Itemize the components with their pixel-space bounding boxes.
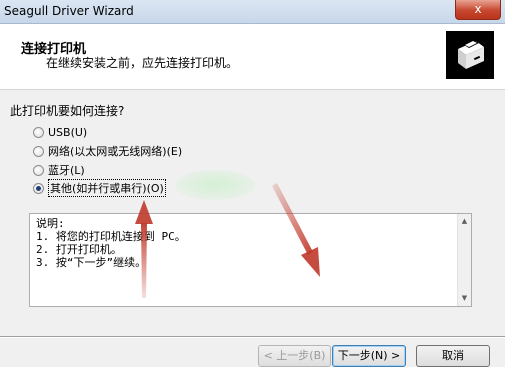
scroll-up-icon[interactable]: ▲ — [460, 217, 469, 226]
description-line: 1. 将您的打印机连接到 PC。 — [36, 230, 186, 243]
option-label: 网络(以太网或无线网络)(E) — [48, 145, 183, 158]
page-subtitle: 在继续安装之前，应先连接打印机。 — [46, 56, 239, 70]
radio-button[interactable] — [33, 126, 44, 138]
next-button[interactable]: 下一步(N) > — [332, 345, 406, 367]
close-icon: x — [474, 2, 482, 16]
wizard-header: 连接打印机 在继续安装之前，应先连接打印机。 — [0, 24, 505, 90]
option-usb[interactable]: USB(U) — [33, 124, 87, 140]
vertical-scrollbar[interactable]: ▲ ▼ — [457, 214, 471, 306]
footer-separator — [0, 336, 505, 338]
printer-icon — [446, 31, 494, 79]
description-line: 2. 打开打印机。 — [36, 243, 122, 256]
cancel-button[interactable]: 取消 — [416, 345, 490, 367]
connection-question: 此打印机要如何连接? — [10, 104, 125, 118]
title-bar: Seagull Driver Wizard x — [0, 0, 505, 24]
description-textbox[interactable]: 说明: 1. 将您的打印机连接到 PC。 2. 打开打印机。 3. 按“下一步”… — [29, 213, 472, 307]
close-button[interactable]: x — [455, 0, 501, 20]
back-button[interactable]: < 上一步(B) — [258, 345, 331, 367]
description-line: 说明: — [36, 217, 65, 230]
option-other[interactable]: 其他(如并行或串行)(O) — [33, 179, 166, 197]
description-text: 说明: 1. 将您的打印机连接到 PC。 2. 打开打印机。 3. 按“下一步”… — [36, 217, 186, 269]
radio-button[interactable] — [33, 145, 44, 157]
window-title: Seagull Driver Wizard — [4, 4, 134, 18]
radio-button[interactable] — [33, 164, 44, 176]
option-label: 蓝牙(L) — [48, 164, 85, 177]
option-bluetooth[interactable]: 蓝牙(L) — [33, 162, 85, 178]
description-line: 3. 按“下一步”继续。 — [36, 256, 147, 269]
option-label: USB(U) — [48, 125, 88, 139]
scroll-down-icon[interactable]: ▼ — [460, 294, 469, 303]
radio-button-selected[interactable] — [33, 182, 44, 194]
glare-highlight — [175, 170, 255, 200]
option-network[interactable]: 网络(以太网或无线网络)(E) — [33, 143, 182, 159]
option-label: 其他(如并行或串行)(O) — [48, 179, 166, 197]
